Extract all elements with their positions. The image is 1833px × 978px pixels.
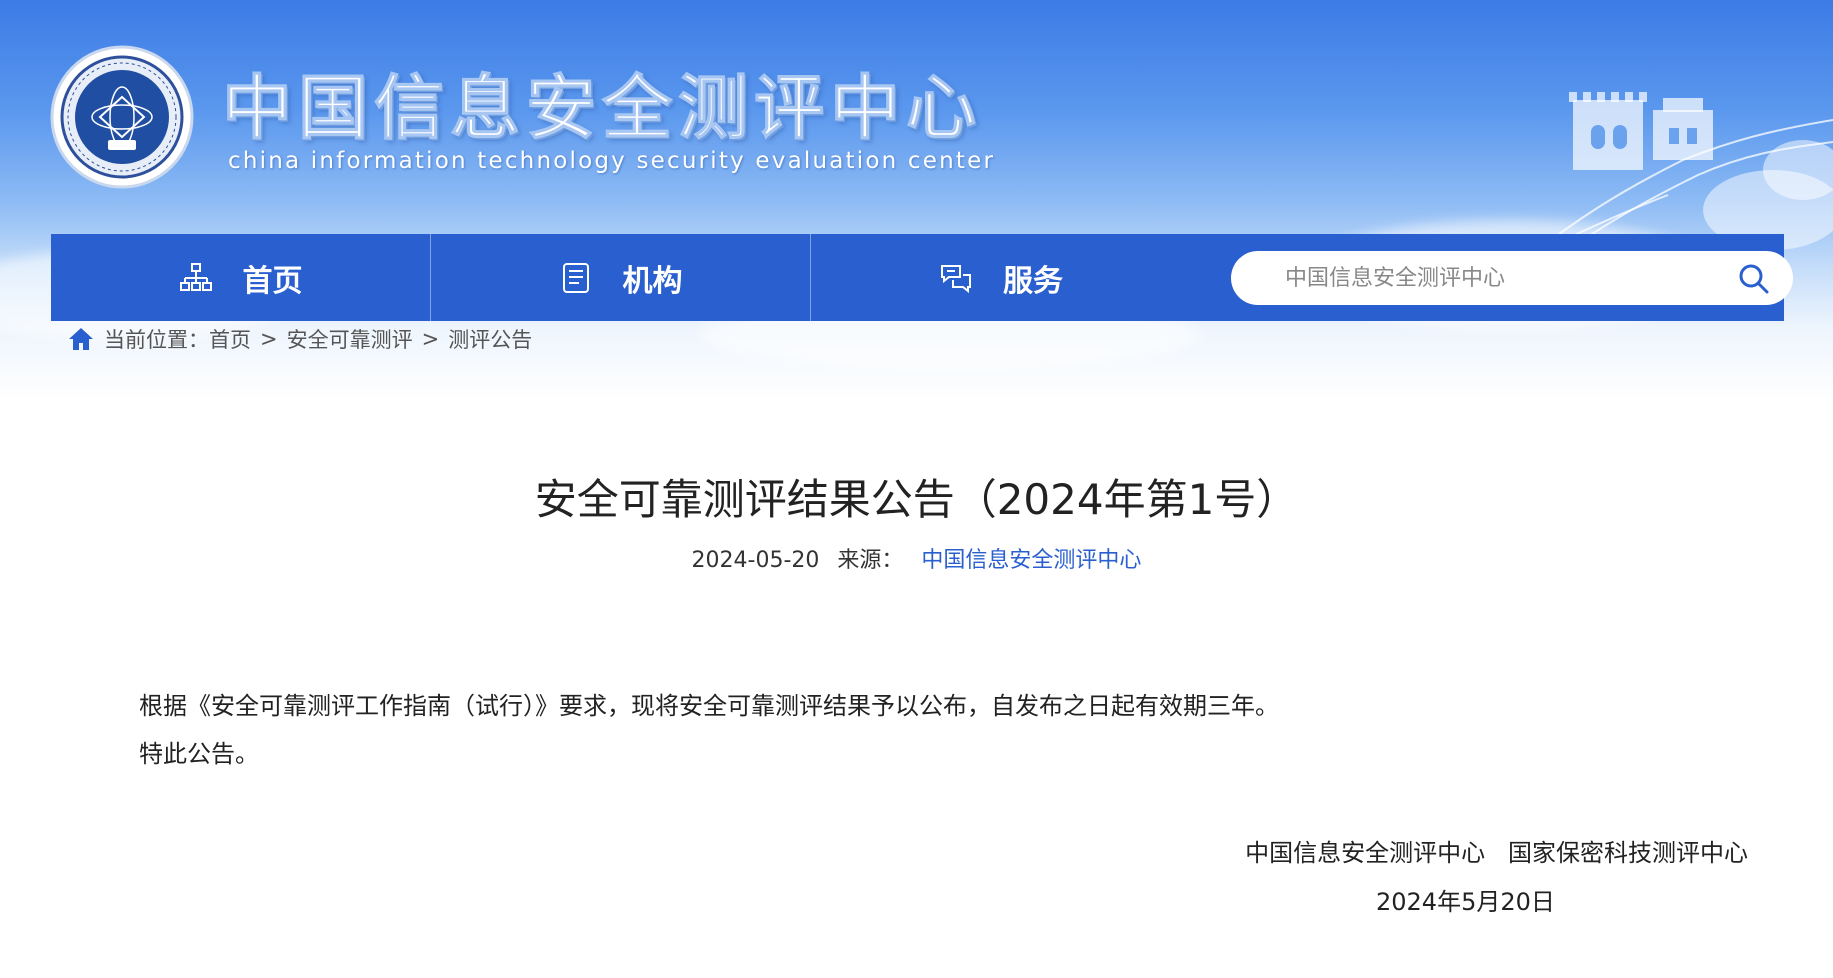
breadcrumb: 当前位置： 首页 > 安全可靠测评 > 测评公告 [68, 321, 532, 357]
site-subtitle: china information technology security ev… [228, 148, 996, 174]
article-signature-date: 2024年5月20日 [1376, 888, 1555, 916]
document-list-icon [562, 262, 589, 293]
breadcrumb-item-announcements[interactable]: 测评公告 [448, 324, 532, 354]
nav-item-services-label: 服务 [1003, 263, 1063, 299]
article-meta: 2024-05-20 来源： 中国信息安全测评中心 [0, 542, 1833, 574]
search-input[interactable] [1283, 264, 1707, 292]
nav-item-services[interactable]: 服务 [811, 234, 1191, 321]
article-signature: 中国信息安全测评中心 国家保密科技测评中心 [1245, 839, 1748, 867]
sitemap-icon [179, 262, 212, 291]
main-nav: 首页 机构 服务 [51, 234, 1793, 321]
article-title: 安全可靠测评结果公告（2024年第1号） [534, 475, 1299, 524]
cnitsec-emblem-icon [50, 45, 194, 189]
page: 中国信息安全测评中心 china information technology … [0, 0, 1833, 978]
breadcrumb-item-home[interactable]: 首页 [209, 324, 251, 354]
nav-item-home-label: 首页 [242, 263, 303, 299]
article-source-label: 来源： [837, 548, 904, 573]
breadcrumb-separator: > [260, 327, 278, 351]
breadcrumb-item-security-evaluation[interactable]: 安全可靠测评 [287, 324, 413, 354]
article-source-link[interactable]: 中国信息安全测评中心 [921, 548, 1141, 573]
breadcrumb-separator: > [421, 327, 440, 351]
search-box [1231, 251, 1793, 305]
service-chat-icon [941, 264, 971, 293]
nav-item-organization-label: 机构 [622, 263, 683, 299]
article-paragraph: 特此公告。 [139, 740, 259, 768]
search-icon[interactable] [1737, 262, 1771, 296]
home-icon [69, 328, 93, 350]
nav-item-organization[interactable]: 机构 [431, 234, 811, 321]
site-title: 中国信息安全测评中心 [222, 67, 982, 150]
article-paragraph: 根据《安全可靠测评工作指南（试行）》要求，现将安全可靠测评结果予以公布，自发布之… [139, 692, 1279, 720]
article-date: 2024-05-20 [691, 548, 820, 573]
breadcrumb-prefix: 当前位置： [104, 328, 209, 352]
nav-item-home[interactable]: 首页 [51, 234, 431, 321]
